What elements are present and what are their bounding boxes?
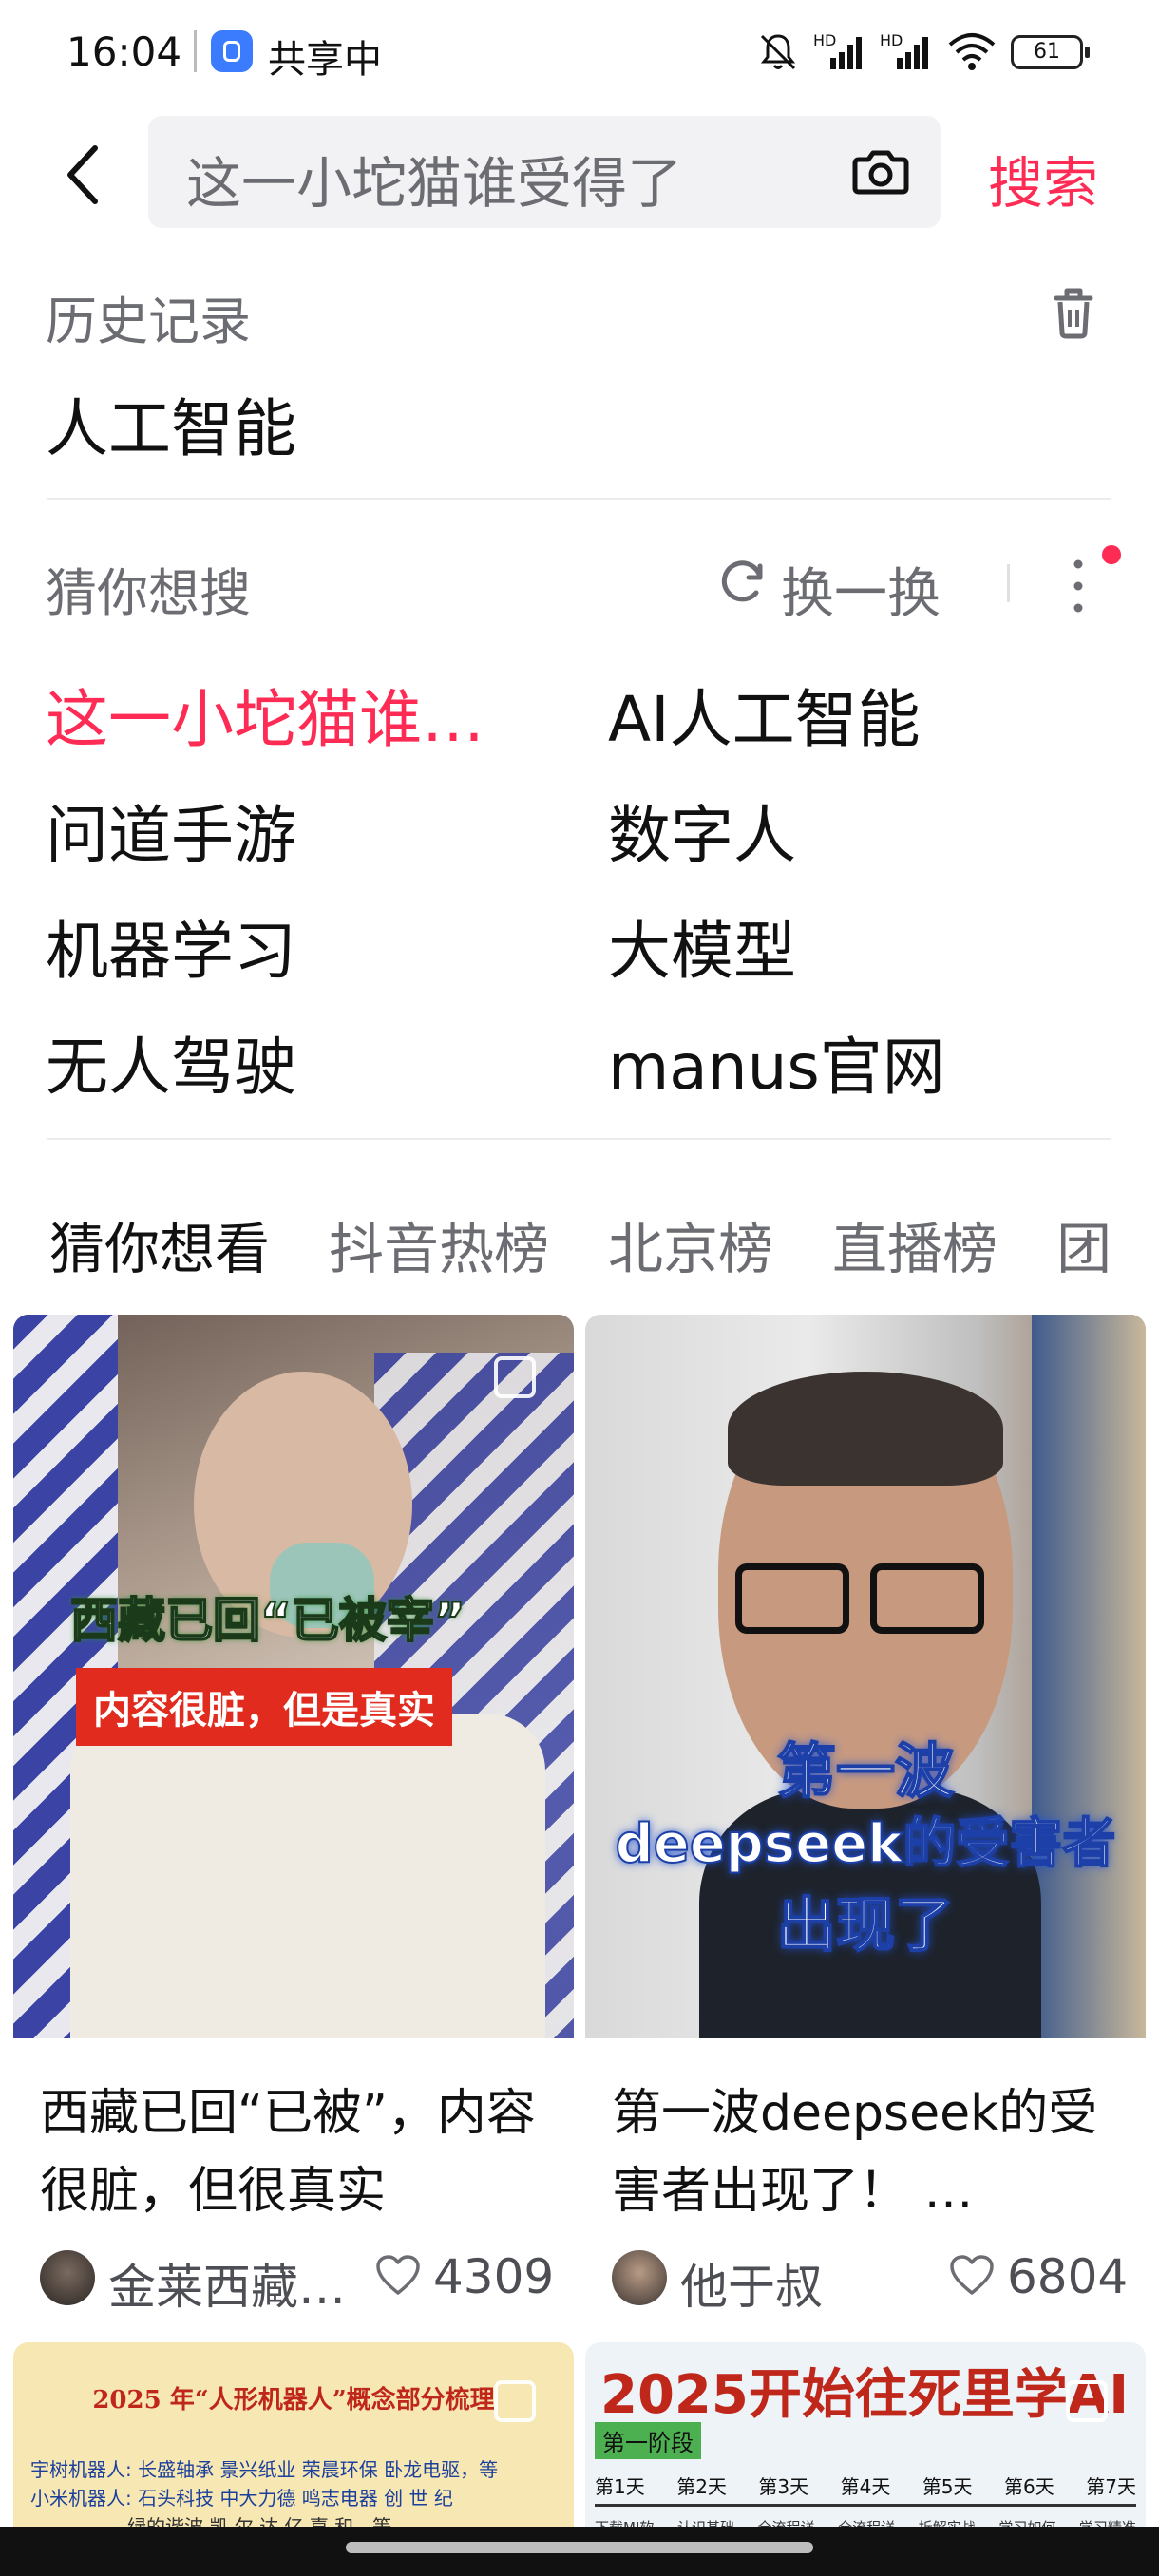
thumbnail-text: 宇树机器人: 长盛轴承 景兴纸业 荣晨环保 卧龙电驱，等 bbox=[30, 2458, 499, 2481]
heart-icon[interactable] bbox=[374, 2253, 422, 2297]
refresh-icon[interactable] bbox=[718, 557, 768, 606]
battery-icon: 61 bbox=[1011, 35, 1090, 69]
like-count: 4309 bbox=[433, 2249, 555, 2304]
thumbnail-text: 出现了 bbox=[776, 1889, 955, 1960]
day-label: 第1天 bbox=[595, 2475, 645, 2498]
day-label: 第7天 bbox=[1086, 2475, 1136, 2498]
tab-live[interactable]: 直播榜 bbox=[832, 1204, 998, 1284]
camera-search-icon[interactable] bbox=[847, 139, 914, 205]
divider bbox=[48, 1138, 1112, 1140]
history-title: 历史记录 bbox=[46, 292, 251, 351]
day-label: 第6天 bbox=[1004, 2475, 1054, 2498]
status-icons: HD HD 61 bbox=[756, 28, 1090, 76]
hair-figure bbox=[728, 1372, 1003, 1486]
status-separator bbox=[194, 30, 197, 72]
video-caption: 第一波deepseek的受害者出现了！ … bbox=[612, 2085, 1098, 2220]
refresh-button[interactable]: 换一换 bbox=[781, 551, 940, 628]
video-caption: 西藏已回“已被”，内容很脏，但很真实 bbox=[40, 2085, 536, 2220]
white-blanket bbox=[70, 1714, 545, 2038]
suggestion-item[interactable]: 机器学习 bbox=[46, 900, 296, 992]
multi-image-icon bbox=[494, 1356, 536, 1398]
status-bar: 16:04 共享中 HD HD 61 bbox=[0, 0, 1159, 112]
back-arrow-icon[interactable] bbox=[57, 141, 114, 209]
suggestion-item[interactable]: 问道手游 bbox=[46, 785, 296, 876]
tab-guess-watch[interactable]: 猜你想看 bbox=[49, 1204, 270, 1284]
video-thumbnail: 西藏已回“已被宰” 内容很脏，但是真实 bbox=[13, 1315, 574, 2038]
video-card[interactable]: 第一波 deepseek的受害者 出现了 第一波deepseek的受害者出现了！… bbox=[585, 1315, 1146, 2331]
video-thumbnail: 第一波 deepseek的受害者 出现了 bbox=[585, 1315, 1146, 2038]
suggestion-item[interactable]: 大模型 bbox=[608, 900, 796, 992]
notification-dot bbox=[1102, 545, 1121, 564]
suggestion-item[interactable]: 数字人 bbox=[608, 785, 796, 876]
search-input-value[interactable]: 这一小坨猫谁受得了 bbox=[186, 139, 682, 218]
avatar[interactable] bbox=[612, 2250, 667, 2305]
author-name[interactable]: 他于叔 bbox=[680, 2249, 823, 2318]
suggestion-item[interactable]: 这一小坨猫谁… bbox=[46, 669, 484, 760]
glasses-right bbox=[870, 1563, 984, 1634]
tab-douyin-hot[interactable]: 抖音热榜 bbox=[329, 1204, 549, 1284]
trash-icon[interactable] bbox=[1043, 281, 1104, 342]
day-label: 第4天 bbox=[840, 2475, 891, 2498]
suggestion-item[interactable]: manus官网 bbox=[608, 1016, 945, 1108]
discover-tabs: 猜你想看 抖音热榜 北京榜 直播榜 团 bbox=[49, 1204, 1112, 1284]
screen-share-icon bbox=[211, 30, 253, 72]
divider bbox=[1007, 564, 1010, 602]
mute-bell-icon bbox=[760, 34, 796, 70]
timeline-line bbox=[595, 2504, 1136, 2507]
heart-icon[interactable] bbox=[948, 2253, 996, 2297]
glasses-left bbox=[735, 1563, 849, 1634]
divider bbox=[48, 498, 1112, 500]
day-row: 第1天 第2天 第3天 第4天 第5天 第6天 第7天 bbox=[595, 2472, 1136, 2499]
tab-group[interactable]: 团 bbox=[1056, 1204, 1112, 1284]
signal-icon-2: HD bbox=[880, 31, 933, 73]
stage-label: 第一阶段 bbox=[595, 2422, 701, 2459]
tab-beijing[interactable]: 北京榜 bbox=[608, 1204, 773, 1284]
thumbnail-title: 2025 年“人形机器人”概念部分梳理 bbox=[92, 2386, 495, 2415]
more-options-icon[interactable] bbox=[1064, 553, 1092, 619]
multi-image-icon bbox=[1066, 2380, 1108, 2422]
signal-icon-1: HD bbox=[813, 31, 866, 73]
avatar[interactable] bbox=[40, 2250, 95, 2305]
guess-search-title: 猜你想搜 bbox=[46, 563, 251, 623]
thumbnail-title: 2025开始往死里学AI bbox=[600, 2364, 1130, 2426]
thumbnail-banner: 内容很脏，但是真实 bbox=[76, 1668, 452, 1746]
home-indicator[interactable] bbox=[346, 2542, 813, 2553]
multi-image-icon bbox=[494, 2380, 536, 2422]
suggestion-item[interactable]: 无人驾驶 bbox=[46, 1016, 296, 1108]
day-label: 第5天 bbox=[922, 2475, 973, 2498]
thumbnail-text: 小米机器人: 石头科技 中大力德 鸣志电器 创 世 纪 bbox=[30, 2487, 453, 2510]
thumbnail-title: 西藏已回“已被宰” bbox=[69, 1592, 466, 1649]
like-count: 6804 bbox=[1007, 2249, 1129, 2304]
search-button[interactable]: 搜索 bbox=[988, 139, 1098, 218]
thumbnail-text: deepseek的受害者 bbox=[615, 1812, 1117, 1876]
status-time: 16:04 bbox=[66, 28, 182, 75]
share-status-label: 共享中 bbox=[268, 38, 382, 82]
thumbnail-text: 第一波 bbox=[776, 1735, 955, 1807]
author-name[interactable]: 金莱西藏… bbox=[108, 2249, 346, 2318]
day-label: 第2天 bbox=[676, 2475, 727, 2498]
video-card[interactable]: 西藏已回“已被宰” 内容很脏，但是真实 西藏已回“已被”，内容很脏，但很真实 金… bbox=[13, 1315, 574, 2331]
history-item[interactable]: 人工智能 bbox=[46, 378, 296, 469]
day-label: 第3天 bbox=[758, 2475, 809, 2498]
wifi-icon bbox=[948, 33, 996, 70]
suggestion-item[interactable]: AI人工智能 bbox=[608, 669, 921, 760]
